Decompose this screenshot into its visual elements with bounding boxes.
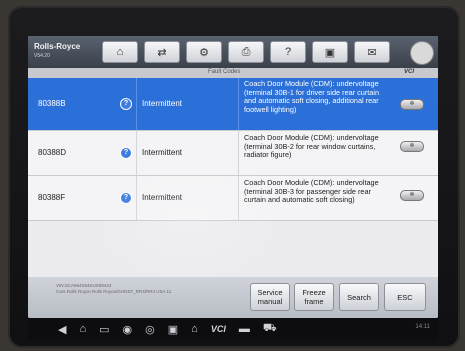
column-divider (136, 131, 137, 175)
info-icon[interactable]: ? (120, 98, 132, 110)
freeze-frame-icon[interactable]: ❄ (400, 99, 424, 110)
fault-row[interactable]: 80388B ? Intermittent Coach Door Module … (28, 78, 438, 131)
vehicle-path-text: Cars Rolls Royce Rolls Royce/GHOST_RR4/R… (56, 289, 172, 294)
settings-button[interactable]: ⚙ (186, 41, 222, 63)
home-icon: ⌂ (116, 46, 124, 58)
section-title: Fault Codes (208, 69, 241, 75)
freeze-frame-icon[interactable]: ❄ (400, 141, 424, 152)
shop-icon[interactable]: ⛟ (263, 322, 277, 336)
footer-bar: VIN:SCA664S54KUX99443 Cars Rolls Royce R… (28, 277, 438, 318)
fault-code: 80388D (38, 148, 67, 157)
vehicle-info: VIN:SCA664S54KUX99443 Cars Rolls Royce R… (56, 283, 171, 295)
freeze-frame-icon[interactable]: ❄ (400, 190, 424, 201)
vehicle-swap-icon: ⇄ (157, 46, 167, 59)
service-manual-button[interactable]: Service manual (250, 283, 290, 311)
fault-description: Coach Door Module (CDM): undervoltage (t… (244, 79, 380, 114)
fault-code: 80388F (38, 193, 66, 202)
software-version: V54.20 (34, 53, 50, 59)
app-header: Rolls-Royce V54.20 ⌂ ⇄ ⚙ ⎙ ? ▣ ✉ (28, 36, 438, 68)
column-divider (136, 176, 137, 220)
fault-row[interactable]: 80388D ? Intermittent Coach Door Module … (28, 131, 438, 176)
fault-row[interactable]: 80388F ? Intermittent Coach Door Module … (28, 176, 438, 221)
vehicle-brand: Rolls-Royce (34, 42, 81, 51)
camera-icon[interactable]: ◎ (145, 323, 155, 336)
column-divider (238, 176, 239, 220)
empty-list-area (28, 221, 438, 277)
save-button[interactable]: ▣ (312, 41, 348, 63)
chrome-icon[interactable]: ◉ (123, 323, 133, 336)
vehicle-swap-button[interactable]: ⇄ (144, 41, 180, 63)
app-screen: Rolls-Royce V54.20 ⌂ ⇄ ⚙ ⎙ ? ▣ ✉ Fault C… (28, 36, 438, 318)
vci-indicator: VCI (403, 69, 414, 75)
column-divider (238, 78, 239, 130)
message-icon: ✉ (367, 46, 377, 59)
fault-description: Coach Door Module (CDM): undervoltage (t… (244, 178, 379, 205)
fault-status: Intermittent (142, 193, 183, 202)
back-icon[interactable]: ◀ (58, 323, 66, 336)
home-icon[interactable]: ⌂ (79, 323, 86, 335)
vehicle-icon[interactable]: ▬ (239, 323, 250, 335)
esc-button[interactable]: ESC (384, 283, 426, 311)
menu-round-button[interactable] (410, 41, 434, 65)
info-icon[interactable]: ? (120, 147, 132, 159)
car-home-icon[interactable]: ⌂ (191, 323, 198, 335)
vci-icon[interactable]: VCI (211, 324, 226, 334)
info-icon[interactable]: ? (120, 192, 132, 204)
message-button[interactable]: ✉ (354, 41, 390, 63)
freeze-frame-button[interactable]: Freeze frame (294, 283, 334, 311)
fault-code-list: 80388B ? Intermittent Coach Door Module … (28, 78, 438, 221)
clock: 14:11 (415, 324, 430, 330)
print-button[interactable]: ⎙ (228, 41, 264, 63)
search-button[interactable]: Search (339, 283, 379, 311)
help-icon: ? (284, 46, 292, 58)
printer-icon: ⎙ (241, 45, 251, 58)
system-nav-bar: ◀ ⌂ ▭ ◉ ◎ ▣ ⌂ VCI ▬ ⛟ 14:11 (28, 318, 438, 340)
recent-apps-icon[interactable]: ▭ (99, 323, 109, 336)
column-divider (136, 78, 137, 130)
help-button[interactable]: ? (270, 41, 306, 63)
fault-code: 80388B (38, 99, 66, 108)
home-button[interactable]: ⌂ (102, 41, 138, 63)
save-icon: ▣ (324, 46, 336, 59)
gear-icon: ⚙ (199, 46, 209, 59)
fault-description: Coach Door Module (CDM): undervoltage (t… (244, 133, 379, 160)
column-divider (238, 131, 239, 175)
fault-status: Intermittent (142, 148, 183, 157)
toolbar: ⌂ ⇄ ⚙ ⎙ ? ▣ ✉ (102, 41, 390, 63)
section-bar: Fault Codes VCI (28, 68, 438, 78)
screen-cast-icon[interactable]: ▣ (168, 323, 178, 336)
fault-status: Intermittent (142, 99, 183, 108)
